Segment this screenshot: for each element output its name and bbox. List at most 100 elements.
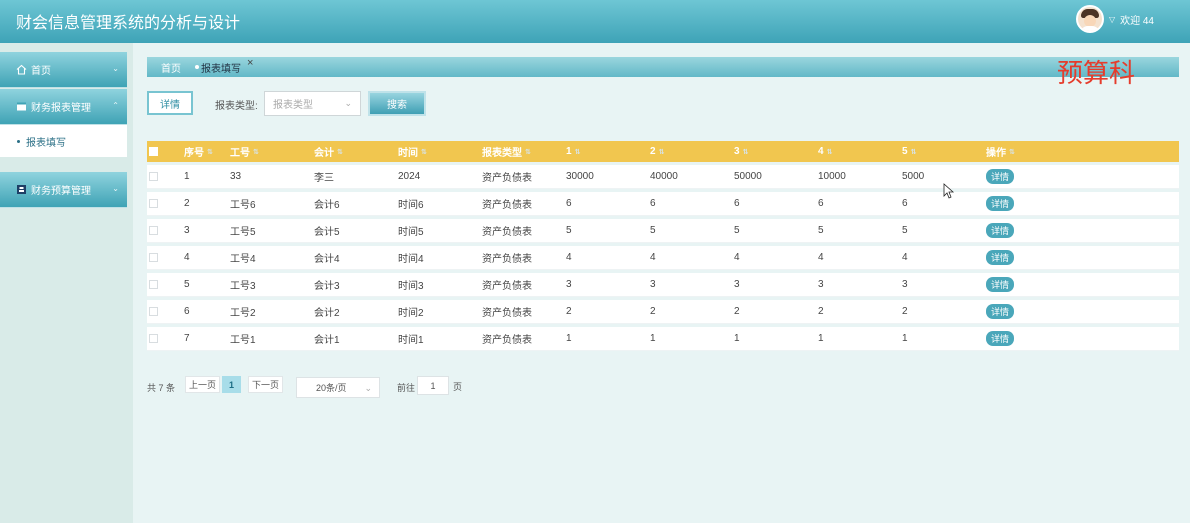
table-cell: 1 — [650, 333, 656, 344]
prev-page-button[interactable]: 上一页 — [185, 376, 221, 393]
sort-icon[interactable]: ⇅ — [253, 148, 259, 156]
column-header[interactable]: 时间 ⇅ — [398, 141, 427, 162]
pagination-total: 共 7 条 — [147, 383, 176, 393]
column-header[interactable]: 4 ⇅ — [818, 141, 832, 162]
sort-icon[interactable]: ⇅ — [911, 148, 917, 156]
table-cell: 李三 — [314, 173, 334, 184]
column-header[interactable]: 1 ⇅ — [566, 141, 580, 162]
table-cell: 6 — [184, 306, 190, 317]
table-cell: 2 — [734, 306, 740, 317]
row-checkbox[interactable] — [149, 172, 158, 181]
table-row[interactable]: 4 工号4 会计4 时间4 资产负债表 4 4 4 4 4 详情 — [147, 246, 1179, 270]
row-checkbox[interactable] — [149, 253, 158, 262]
column-header[interactable]: 序号 ⇅ — [184, 141, 213, 162]
row-detail-button[interactable]: 详情 — [986, 304, 1015, 319]
table-cell: 4 — [902, 252, 908, 263]
table-cell: 40000 — [650, 171, 678, 182]
row-detail-button[interactable]: 详情 — [986, 169, 1015, 184]
page-number-button[interactable]: 1 — [222, 376, 241, 393]
close-icon[interactable]: × — [247, 57, 253, 69]
table-cell: 时间4 — [398, 254, 424, 265]
table-cell: 2 — [184, 198, 190, 209]
table-row[interactable]: 5 工号3 会计3 时间3 资产负债表 3 3 3 3 3 详情 — [147, 273, 1179, 297]
row-detail-button[interactable]: 详情 — [986, 250, 1015, 265]
table-row[interactable]: 3 工号5 会计5 时间5 资产负债表 5 5 5 5 5 详情 — [147, 219, 1179, 243]
sort-icon[interactable]: ⇅ — [1009, 148, 1015, 156]
sidebar-item-report-management[interactable]: 财务报表管理 ⌃ — [0, 89, 127, 125]
column-header[interactable]: 操作 ⇅ — [986, 141, 1015, 162]
detail-button[interactable]: 详情 — [147, 91, 193, 115]
table-cell: 资产负债表 — [482, 335, 532, 346]
row-checkbox[interactable] — [149, 280, 158, 289]
sidebar-item-label: 首页 — [31, 66, 51, 77]
sidebar-item-label: 财务报表管理 — [31, 103, 91, 114]
table-row[interactable]: 6 工号2 会计2 时间2 资产负债表 2 2 2 2 2 详情 — [147, 300, 1179, 324]
table-row[interactable]: 1 33 李三 2024 资产负债表 30000 40000 50000 10000 5000 详情 — [147, 165, 1179, 189]
tab-report-fill[interactable]: 报表填写 × — [195, 57, 253, 75]
avatar[interactable] — [1075, 5, 1104, 33]
top-header: 财会信息管理系统的分析与设计 ▽ 欢迎 44 — [0, 0, 1190, 43]
sidebar-item-home[interactable]: 首页 ⌄ — [0, 52, 127, 88]
chevron-down-icon[interactable]: ▽ — [1109, 15, 1115, 24]
table-cell: 资产负债表 — [482, 173, 532, 184]
table-cell: 时间6 — [398, 200, 424, 211]
sort-icon[interactable]: ⇅ — [421, 148, 427, 156]
table-cell: 会计4 — [314, 254, 340, 265]
column-header[interactable]: 2 ⇅ — [650, 141, 664, 162]
column-header-label: 序号 — [184, 148, 204, 159]
sort-icon[interactable]: ⇅ — [743, 148, 749, 156]
table-cell: 工号6 — [230, 200, 256, 211]
report-table: 序号 ⇅ 工号 ⇅ 会计 ⇅ 时间 ⇅ 报表类型 ⇅ 1 ⇅ 2 ⇅ 3 ⇅ 4 ⇅ 5 ⇅ 操作 ⇅ 1 33 李三 2024… — [147, 141, 1179, 351]
column-header[interactable]: 工号 ⇅ — [230, 141, 259, 162]
table-cell: 5 — [734, 225, 740, 236]
sort-icon[interactable]: ⇅ — [827, 148, 833, 156]
sidebar-subitem-report-fill[interactable]: 报表填写 — [0, 125, 127, 157]
column-header[interactable]: 报表类型 ⇅ — [482, 141, 531, 162]
sort-icon[interactable]: ⇅ — [207, 148, 213, 156]
row-detail-button[interactable]: 详情 — [986, 196, 1015, 211]
row-checkbox[interactable] — [149, 334, 158, 343]
select-all-checkbox[interactable] — [149, 147, 158, 156]
table-cell: 会计3 — [314, 281, 340, 292]
sidebar-item-label: 财务预算管理 — [31, 186, 91, 197]
column-header-label: 4 — [818, 146, 824, 157]
table-body: 1 33 李三 2024 资产负债表 30000 40000 50000 10000 5000 详情… — [147, 165, 1179, 351]
table-row[interactable]: 2 工号6 会计6 时间6 资产负债表 6 6 6 6 6 详情 — [147, 192, 1179, 216]
sort-icon[interactable]: ⇅ — [525, 148, 531, 156]
row-detail-button[interactable]: 详情 — [986, 223, 1015, 238]
sort-icon[interactable]: ⇅ — [575, 148, 581, 156]
table-cell: 4 — [184, 252, 190, 263]
goto-page-input[interactable]: 1 — [417, 376, 449, 395]
row-checkbox[interactable] — [149, 199, 158, 208]
search-button[interactable]: 搜索 — [368, 91, 426, 116]
page-size-select[interactable]: 20条/页 ⌄ — [296, 377, 380, 398]
table-cell: 资产负债表 — [482, 254, 532, 265]
table-cell: 30000 — [566, 171, 594, 182]
table-row[interactable]: 7 工号1 会计1 时间1 资产负债表 1 1 1 1 1 详情 — [147, 327, 1179, 351]
sort-icon[interactable]: ⇅ — [337, 148, 343, 156]
tab-home[interactable]: 首页 — [161, 60, 181, 75]
column-header[interactable]: 5 ⇅ — [902, 141, 916, 162]
sidebar-item-budget-management[interactable]: 财务预算管理 ⌄ — [0, 172, 127, 208]
column-header[interactable]: 会计 ⇅ — [314, 141, 343, 162]
row-checkbox[interactable] — [149, 307, 158, 316]
row-checkbox[interactable] — [149, 226, 158, 235]
row-detail-button[interactable]: 详情 — [986, 331, 1015, 346]
report-type-select[interactable]: 报表类型 ⌄ — [264, 91, 361, 116]
table-cell-actions: 详情 — [986, 246, 1015, 269]
table-cell: 5 — [566, 225, 572, 236]
row-detail-button[interactable]: 详情 — [986, 277, 1015, 292]
table-header: 序号 ⇅ 工号 ⇅ 会计 ⇅ 时间 ⇅ 报表类型 ⇅ 1 ⇅ 2 ⇅ 3 ⇅ 4 ⇅ 5 ⇅ 操作 ⇅ — [147, 141, 1179, 162]
chevron-down-icon: ⌄ — [344, 98, 352, 108]
table-cell: 时间5 — [398, 227, 424, 238]
active-dot-icon — [195, 65, 199, 69]
sidebar: 首页 ⌄ 财务报表管理 ⌃ 报表填写 财务预算管理 ⌄ — [0, 43, 133, 523]
table-cell: 资产负债表 — [482, 281, 532, 292]
column-header[interactable]: 3 ⇅ — [734, 141, 748, 162]
table-cell: 时间2 — [398, 308, 424, 319]
sort-icon[interactable]: ⇅ — [659, 148, 665, 156]
user-menu[interactable]: ▽ 欢迎 44 — [1075, 5, 1154, 33]
next-page-button[interactable]: 下一页 — [248, 376, 284, 393]
table-cell: 资产负债表 — [482, 200, 532, 211]
table-cell: 时间1 — [398, 335, 424, 346]
